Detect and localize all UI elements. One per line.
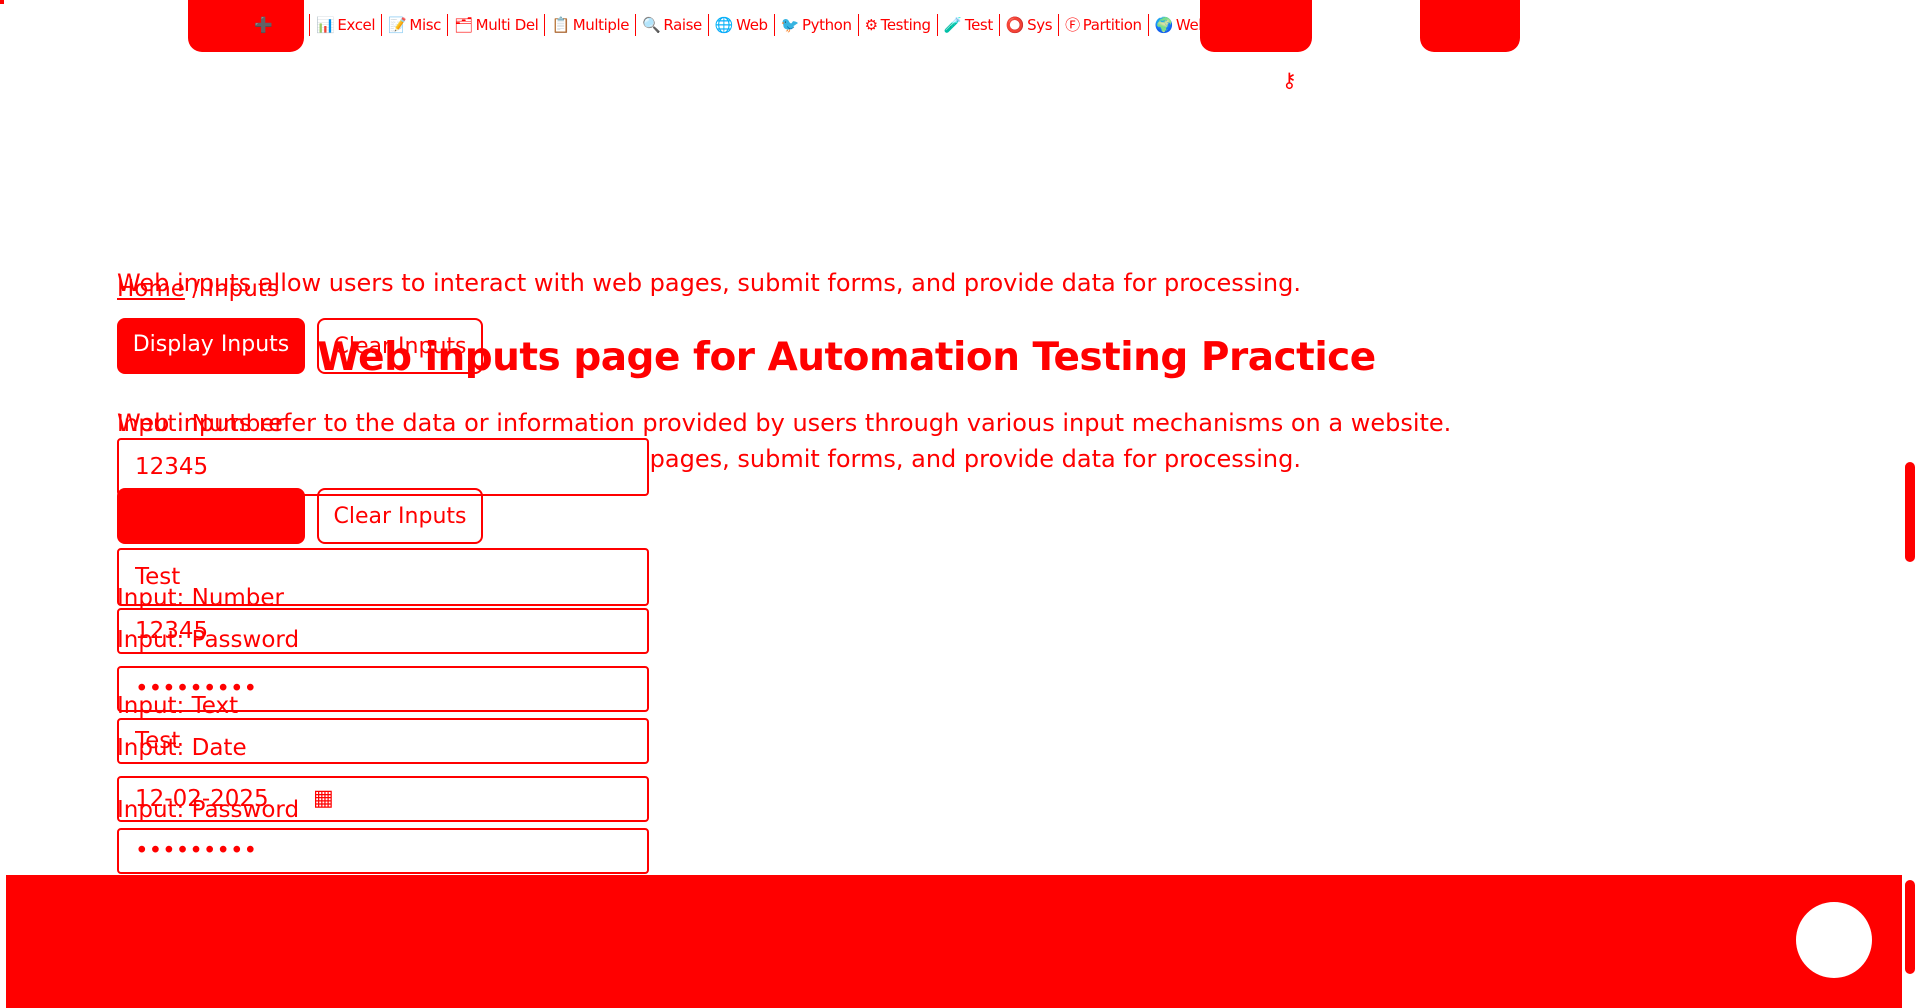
display-inputs-button[interactable]: Display Inputs xyxy=(117,318,305,374)
nav-item[interactable]: ➕ Add xyxy=(248,14,309,36)
nav-item[interactable]: 🌍 Webinar xyxy=(1147,14,1241,36)
nav-item[interactable]: 📋 Multiple xyxy=(544,14,635,36)
nav-items: ➕ Add 📊 Excel 📝 Misc 🗂 Multi Del 📋 Multiple 🔍 Raise… xyxy=(248,14,1241,36)
label-date: Input: Date xyxy=(117,735,247,761)
nav-item[interactable]: 🔍 Raise xyxy=(635,14,708,36)
nav-item-label: Testing xyxy=(880,16,931,34)
breadcrumb-separator: / xyxy=(192,276,200,302)
breadcrumb-current: Inputs xyxy=(207,276,279,302)
nav-item-label: Misc xyxy=(409,16,441,34)
label-number: Input: Number xyxy=(117,411,285,437)
nav-item-icon: 🧪 xyxy=(943,16,963,34)
nav-item-label: Python xyxy=(801,16,852,34)
nav-item[interactable]: 🌐 Web xyxy=(707,14,774,36)
nav-item-label: Multiple xyxy=(572,16,630,34)
nav-item[interactable]: ⚙ Testing xyxy=(857,14,937,36)
nav-item-icon: 🐦 xyxy=(780,16,800,34)
nav-item[interactable]: Ⓕ Partition xyxy=(1058,14,1148,36)
password-input-lower[interactable] xyxy=(117,828,649,874)
nav-item-label: Test xyxy=(964,16,993,34)
label-text: Input: Text xyxy=(117,693,239,719)
scrollbar[interactable] xyxy=(1905,462,1915,974)
top-navigation: ➕ Add 📊 Excel 📝 Misc 🗂 Multi Del 📋 Multiple 🔍 Raise… xyxy=(188,0,1608,52)
nav-item-icon: 🌐 xyxy=(714,16,734,34)
label-password-lower: Input: Password xyxy=(117,797,300,823)
nav-item[interactable]: 📝 Misc xyxy=(381,14,447,36)
nav-tab-highlight xyxy=(1420,0,1520,52)
nav-item[interactable]: 📊 Excel xyxy=(309,14,381,36)
nav-item-icon: ➕ xyxy=(254,16,273,34)
clear-inputs-button-lower[interactable]: Clear Inputs xyxy=(317,488,483,544)
nav-item-icon: 📝 xyxy=(388,16,407,34)
scrollbar-thumb-lower[interactable] xyxy=(1905,880,1915,974)
chat-widget-button[interactable] xyxy=(1796,902,1872,978)
label-password: Input: Password xyxy=(117,627,300,653)
main-content: Web inputs allow users to interact with … xyxy=(117,268,1517,874)
footer-bar xyxy=(6,875,1902,1008)
scrollbar-thumb[interactable] xyxy=(1905,462,1915,562)
key-icon[interactable]: ⚷ xyxy=(1282,68,1297,92)
nav-item-label: Excel xyxy=(337,16,376,34)
nav-item-icon: 🌍 xyxy=(1154,16,1174,34)
display-inputs-button-overlay[interactable] xyxy=(117,488,305,544)
breadcrumb-home-link[interactable]: Home xyxy=(117,276,185,302)
nav-item-icon: 📊 xyxy=(316,16,335,34)
nav-item-label: Sys xyxy=(1027,16,1053,34)
nav-item-icon: ⚙ xyxy=(864,16,878,34)
page-title: Web inputs page for Automation Testing P… xyxy=(317,335,1376,380)
description-text: Web inputs refer to the data or informat… xyxy=(117,409,1452,437)
calendar-icon[interactable]: ▦ xyxy=(313,786,334,811)
nav-item-icon: 🔍 xyxy=(642,16,661,34)
nav-item-label: Webinar xyxy=(1175,16,1235,34)
nav-item[interactable]: 🐦 Python xyxy=(773,14,858,36)
nav-item-label: Raise xyxy=(663,16,702,34)
nav-item-icon: Ⓕ xyxy=(1065,16,1080,34)
form-area: Web inputs refer to the data or informat… xyxy=(117,408,1517,928)
nav-item[interactable]: 🗂 Multi Del xyxy=(447,14,544,36)
nav-item[interactable]: 🧪 Test xyxy=(936,14,999,36)
corner-marker xyxy=(0,0,4,4)
nav-item-label: Partition xyxy=(1082,16,1142,34)
nav-item[interactable]: ⭕ Sys xyxy=(998,14,1058,36)
nav-item-icon: 📋 xyxy=(551,16,570,34)
nav-item-label: Web xyxy=(736,16,768,34)
nav-item-label: Add xyxy=(275,16,304,34)
nav-item-label: Multi Del xyxy=(475,16,539,34)
nav-item-icon: 🗂 xyxy=(454,16,473,34)
nav-item-icon: ⭕ xyxy=(1005,16,1025,34)
